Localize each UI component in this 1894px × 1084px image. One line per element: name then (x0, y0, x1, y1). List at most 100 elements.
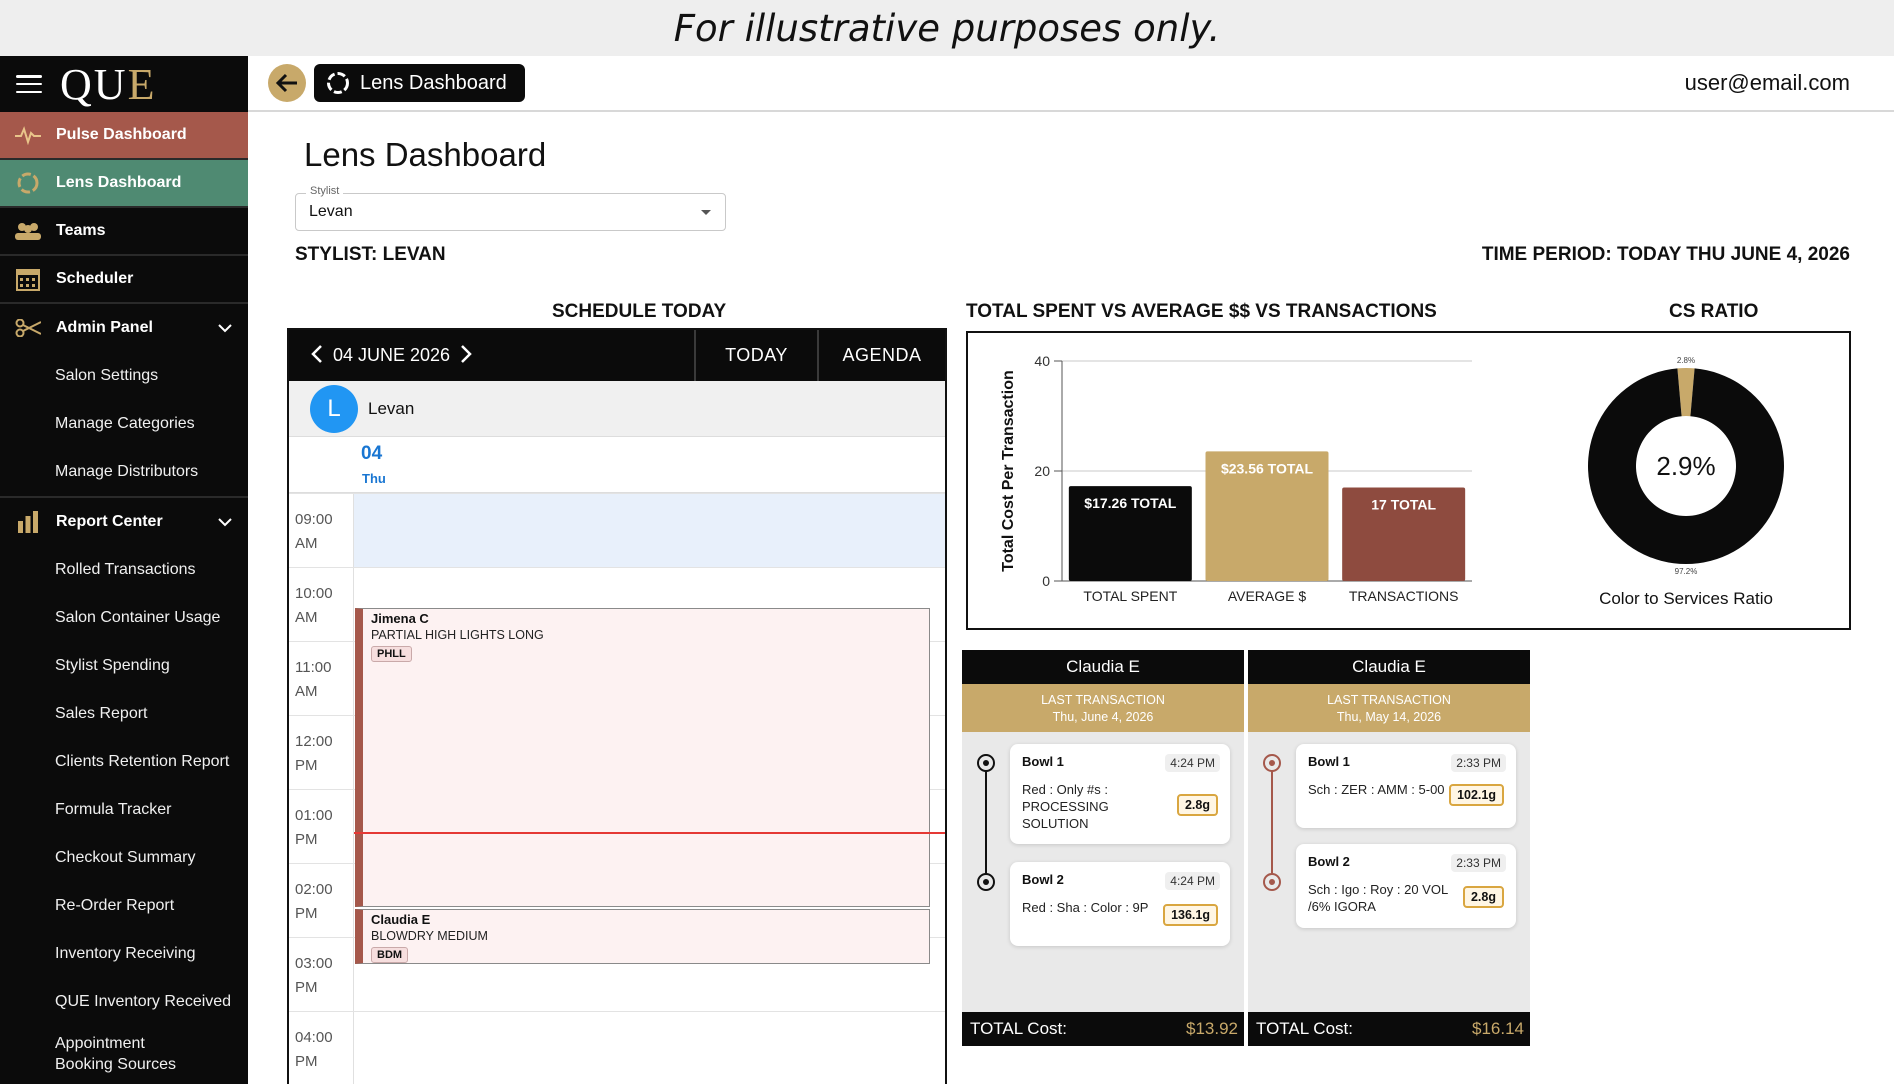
timeline-dot-icon (977, 754, 995, 772)
schedule-toolbar: 04 JUNE 2026 TODAY AGENDA (289, 330, 945, 381)
sidebar-subitem[interactable]: Rolled Transactions (0, 546, 248, 594)
transaction-total: TOTAL Cost: $13.92 (962, 1012, 1244, 1046)
x-tick-label: TOTAL SPENT (1083, 588, 1177, 604)
menu-icon[interactable] (16, 75, 42, 93)
que-logo: QUE (60, 59, 157, 109)
x-tick-label: AVERAGE $ (1228, 588, 1307, 604)
time-grid[interactable]: 09:00 AM 10:00 AM 11:00 AM 12:00 PM 01:00 PM … (289, 493, 945, 1084)
appointment-service: PARTIAL HIGH LIGHTS LONG (371, 628, 544, 642)
bowl-weight-badge: 2.8g (1176, 794, 1218, 816)
donut-slice-label: 97.2% (1675, 567, 1698, 576)
time-label: 11:00 AM (295, 659, 332, 700)
y-tick-label: 0 (1042, 573, 1050, 589)
transaction-subheader: LAST TRANSACTION Thu, May 14, 2026 (1248, 684, 1530, 732)
transaction-client: Claudia E (1248, 650, 1530, 684)
sidebar-subitem[interactable]: Formula Tracker (0, 786, 248, 834)
sidebar-subitem[interactable]: Clients Retention Report (0, 738, 248, 786)
chevron-down-icon (218, 514, 232, 532)
sidebar-item-label: Report Center (56, 513, 163, 530)
caret-down-icon (701, 210, 711, 215)
sidebar-subitem[interactable]: Salon Container Usage (0, 594, 248, 642)
today-button[interactable]: TODAY (696, 330, 819, 381)
day-name: Thu (362, 471, 386, 486)
bowl-time: 2:33 PM (1451, 854, 1506, 872)
sidebar-item-label: Admin Panel (56, 319, 153, 336)
sidebar-subitem[interactable]: Inventory Receiving (0, 930, 248, 978)
donut-slice-label: 2.8% (1677, 356, 1695, 365)
chevron-left-icon[interactable] (311, 343, 323, 369)
bowl-card[interactable]: Bowl 2 2:33 PM Sch : Igo : Roy : 20 VOL … (1296, 844, 1516, 928)
transaction-card[interactable]: Claudia E LAST TRANSACTION Thu, June 4, … (962, 650, 1244, 1046)
calendar-icon (14, 267, 42, 291)
lens-icon (14, 171, 42, 195)
back-button[interactable] (268, 64, 306, 102)
time-label: 01:00 PM (295, 807, 333, 848)
total-cost-value: $16.14 (1472, 1019, 1524, 1038)
arrow-left-icon (275, 73, 297, 93)
bar-data-label: $17.26 TOTAL (1084, 495, 1177, 511)
time-label: 03:00 PM (295, 955, 333, 996)
chevron-right-icon[interactable] (460, 343, 472, 369)
transaction-date: Thu, June 4, 2026 (1052, 710, 1154, 724)
sidebar-item-label: Scheduler (56, 270, 134, 287)
sidebar-subitem[interactable]: Stylist Spending (0, 642, 248, 690)
last-transaction-label: LAST TRANSACTION (1327, 693, 1451, 707)
last-transaction-label: LAST TRANSACTION (1041, 693, 1165, 707)
sidebar-item-admin-panel[interactable]: Admin Panel (0, 304, 248, 352)
user-email[interactable]: user@email.com (1685, 70, 1850, 96)
timeline-dot-icon (1263, 873, 1281, 891)
breadcrumb-label: Lens Dashboard (360, 71, 507, 94)
admin-submenu: Salon Settings Manage Categories Manage … (0, 352, 248, 498)
x-tick-label: TRANSACTIONS (1349, 588, 1459, 604)
appointment-client: Claudia E (371, 912, 431, 927)
transaction-card[interactable]: Claudia E LAST TRANSACTION Thu, May 14, … (1248, 650, 1530, 1046)
stylist-select-value: Levan (309, 203, 353, 220)
appointment-card[interactable]: Claudia E BLOWDRY MEDIUM BDM (355, 909, 930, 964)
page-title: Lens Dashboard (304, 136, 547, 173)
bar-data-label: 17 TOTAL (1371, 497, 1436, 513)
sidebar-subitem[interactable]: Appointment Booking Sources (0, 1026, 200, 1082)
donut-caption: Color to Services Ratio (1599, 589, 1773, 608)
y-tick-label: 40 (1034, 353, 1050, 369)
resource-name: Levan (368, 398, 415, 418)
day-number: 04 (361, 443, 383, 464)
bowl-card[interactable]: Bowl 1 2:33 PM Sch : ZER : AMM : 5-00 10… (1296, 744, 1516, 828)
agenda-button[interactable]: AGENDA (819, 330, 945, 381)
bowl-card[interactable]: Bowl 2 4:24 PM Red : Sha : Color : 9P 13… (1010, 862, 1230, 946)
cs-ratio-title: CS RATIO (1669, 301, 1759, 322)
chart-panel: Total Cost Per Transaction 0 20 40 $17.26 TO… (966, 331, 1851, 630)
sidebar-item-report-center[interactable]: Report Center (0, 498, 248, 546)
sidebar-item-teams[interactable]: Teams (0, 208, 248, 256)
timeline-line (985, 762, 987, 882)
total-cost-label: TOTAL Cost: (1256, 1019, 1353, 1038)
time-slot[interactable]: 04:00 PM (289, 1011, 945, 1084)
pulse-icon (14, 123, 42, 147)
sidebar-subitem[interactable]: Checkout Summary (0, 834, 248, 882)
spend-chart-title: TOTAL SPENT VS AVERAGE $$ VS TRANSACTION… (966, 301, 1437, 322)
transaction-body: Bowl 1 4:24 PM Red : Only #s : PROCESSIN… (962, 732, 1244, 1012)
schedule-date: 04 JUNE 2026 (333, 345, 451, 365)
transaction-total: TOTAL Cost: $16.14 (1248, 1012, 1530, 1046)
sidebar-subitem[interactable]: Manage Categories (0, 400, 248, 448)
day-header[interactable]: 04 Thu (289, 437, 945, 493)
sidebar-item-lens-dashboard[interactable]: Lens Dashboard (0, 160, 248, 208)
sidebar-item-scheduler[interactable]: Scheduler (0, 256, 248, 304)
bowl-card[interactable]: Bowl 1 4:24 PM Red : Only #s : PROCESSIN… (1010, 744, 1230, 844)
bar-chart-icon (14, 510, 42, 534)
sidebar-subitem[interactable]: Re-Order Report (0, 882, 248, 930)
time-slot[interactable]: 09:00 AM (289, 493, 945, 567)
sidebar-item-label: Pulse Dashboard (56, 126, 187, 143)
sidebar-subitem[interactable]: Salon Settings (0, 352, 248, 400)
time-label: 02:00 PM (295, 881, 333, 922)
appointment-service: BLOWDRY MEDIUM (371, 929, 488, 943)
bowl-formula: Sch : ZER : AMM : 5-00 (1308, 782, 1445, 797)
lens-icon (326, 71, 350, 95)
sidebar-item-pulse-dashboard[interactable]: Pulse Dashboard (0, 112, 248, 160)
sidebar-subitem[interactable]: Sales Report (0, 690, 248, 738)
avatar: L (310, 384, 358, 433)
sidebar-subitem[interactable]: QUE Inventory Received (0, 978, 248, 1026)
top-bar: Lens Dashboard user@email.com (248, 56, 1894, 112)
sidebar-subitem[interactable]: Manage Distributors (0, 448, 248, 496)
stylist-select[interactable]: Stylist Levan (295, 185, 726, 231)
appointment-card[interactable]: Jimena C PARTIAL HIGH LIGHTS LONG PHLL (355, 608, 930, 907)
